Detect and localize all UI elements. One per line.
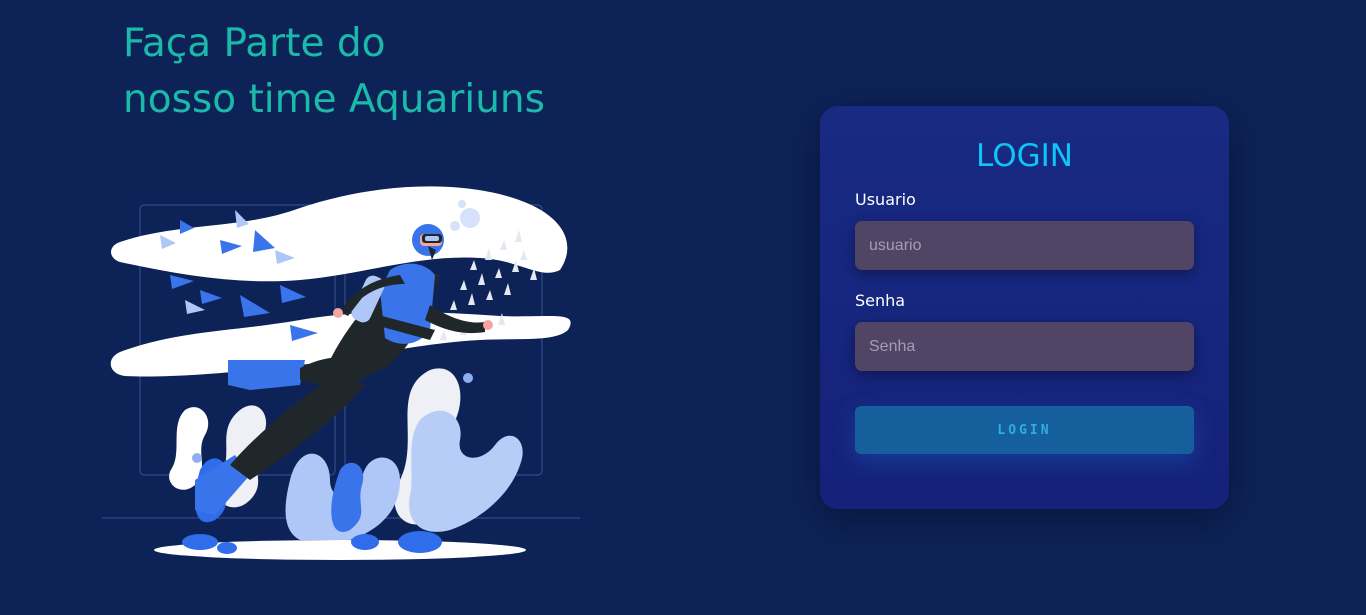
username-input[interactable] (855, 221, 1194, 270)
username-label: Usuario (855, 190, 916, 209)
hero-title-line-2: nosso time Aquariuns (123, 77, 545, 122)
login-title: LOGIN (976, 138, 1073, 174)
login-card: LOGIN Usuario Senha LOGIN (820, 106, 1229, 509)
login-button[interactable]: LOGIN (855, 406, 1194, 454)
scuba-diver-illustration (100, 180, 582, 565)
hero-title-line-1: Faça Parte do (123, 21, 386, 66)
scuba-diver-graphic (102, 186, 580, 560)
password-input[interactable] (855, 322, 1194, 371)
hero-title: Faça Parte do nosso time Aquariuns (123, 16, 545, 128)
password-label: Senha (855, 291, 906, 310)
